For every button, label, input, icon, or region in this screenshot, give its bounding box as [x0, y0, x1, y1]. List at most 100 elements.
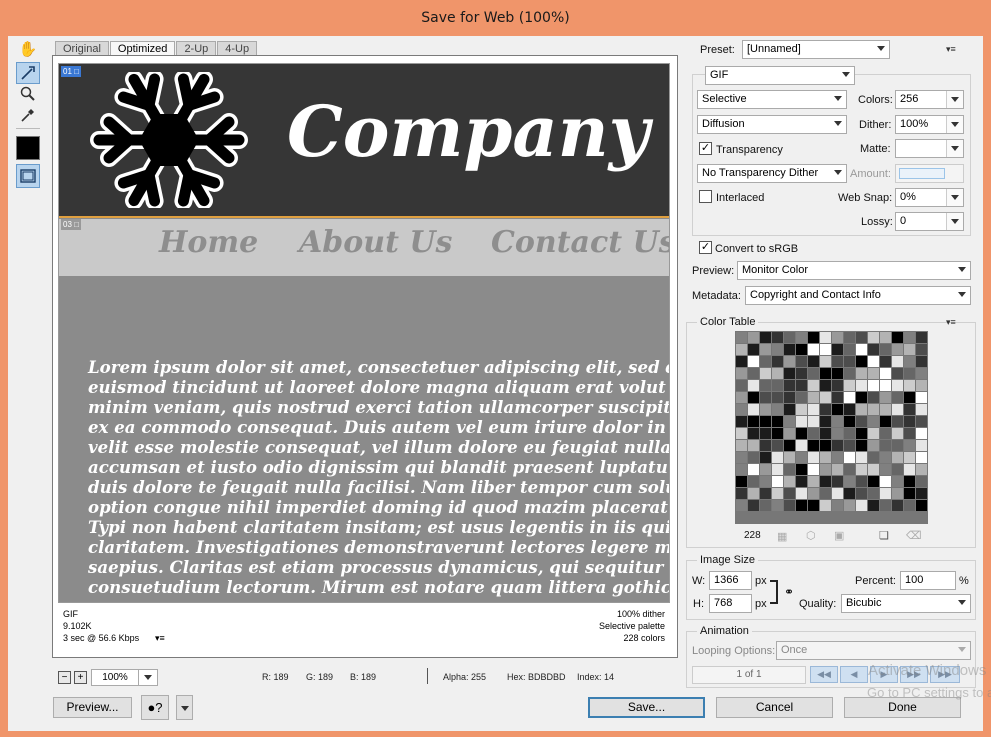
color-swatch[interactable] — [868, 344, 879, 355]
color-swatch[interactable] — [844, 380, 855, 391]
color-swatch[interactable] — [772, 392, 783, 403]
color-swatch[interactable] — [736, 344, 747, 355]
color-swatch[interactable] — [868, 380, 879, 391]
color-swatch[interactable] — [784, 380, 795, 391]
color-swatch[interactable] — [844, 332, 855, 343]
color-swatch[interactable] — [784, 416, 795, 427]
zoom-dropdown[interactable] — [138, 669, 158, 686]
color-swatch[interactable] — [736, 368, 747, 379]
color-swatch[interactable] — [880, 500, 891, 511]
color-swatch[interactable] — [820, 440, 831, 451]
color-swatch[interactable] — [832, 452, 843, 463]
color-swatch[interactable] — [892, 440, 903, 451]
color-swatch[interactable] — [868, 440, 879, 451]
color-swatch[interactable] — [916, 476, 927, 487]
color-swatch[interactable] — [736, 380, 747, 391]
preview-color-select[interactable]: Monitor Color — [737, 261, 971, 280]
color-swatch[interactable] — [748, 500, 759, 511]
color-swatch[interactable] — [820, 476, 831, 487]
eyedropper-color-swatch[interactable] — [16, 136, 40, 160]
color-swatch[interactable] — [760, 428, 771, 439]
color-swatch[interactable] — [892, 404, 903, 415]
slice-badge-03[interactable]: 03 □ — [61, 219, 81, 230]
color-swatch[interactable] — [856, 380, 867, 391]
optimize-menu-icon[interactable]: ▾≡ — [946, 44, 956, 55]
color-swatch[interactable] — [772, 344, 783, 355]
color-swatch[interactable] — [760, 500, 771, 511]
color-swatch[interactable] — [904, 368, 915, 379]
color-swatch[interactable] — [784, 392, 795, 403]
color-swatch[interactable] — [892, 428, 903, 439]
color-swatch[interactable] — [820, 416, 831, 427]
color-swatch[interactable] — [796, 392, 807, 403]
color-swatch[interactable] — [892, 332, 903, 343]
color-swatch[interactable] — [736, 488, 747, 499]
color-swatch[interactable] — [736, 452, 747, 463]
color-swatch[interactable] — [868, 368, 879, 379]
color-swatch[interactable] — [892, 380, 903, 391]
color-swatch[interactable] — [904, 452, 915, 463]
color-swatch[interactable] — [796, 488, 807, 499]
color-swatch[interactable] — [808, 344, 819, 355]
color-swatch[interactable] — [748, 332, 759, 343]
color-swatch[interactable] — [796, 344, 807, 355]
color-swatch[interactable] — [820, 344, 831, 355]
color-swatch[interactable] — [916, 356, 927, 367]
color-swatch[interactable] — [772, 356, 783, 367]
color-swatch[interactable] — [760, 416, 771, 427]
color-swatch[interactable] — [880, 404, 891, 415]
color-swatch[interactable] — [784, 344, 795, 355]
color-swatch[interactable] — [796, 452, 807, 463]
lock-color-icon[interactable]: ▣ — [834, 529, 844, 542]
zoom-out-button[interactable]: − — [58, 671, 71, 684]
color-swatch[interactable] — [808, 332, 819, 343]
color-swatch[interactable] — [868, 488, 879, 499]
color-swatch[interactable] — [808, 440, 819, 451]
color-swatch[interactable] — [892, 356, 903, 367]
color-swatch[interactable] — [856, 344, 867, 355]
color-swatch[interactable] — [760, 344, 771, 355]
dither-field[interactable]: 100% — [895, 115, 964, 134]
color-swatch[interactable] — [916, 488, 927, 499]
color-swatch[interactable] — [904, 488, 915, 499]
color-reduction-select[interactable]: Selective — [697, 90, 847, 109]
color-swatch[interactable] — [844, 500, 855, 511]
file-format-select[interactable]: GIF — [705, 66, 855, 85]
color-swatch[interactable] — [904, 500, 915, 511]
color-swatch[interactable] — [856, 368, 867, 379]
color-swatch[interactable] — [772, 488, 783, 499]
color-swatch[interactable] — [844, 392, 855, 403]
color-swatch[interactable] — [868, 332, 879, 343]
color-swatch[interactable] — [820, 332, 831, 343]
color-swatch[interactable] — [904, 356, 915, 367]
first-frame-button[interactable]: ◀◀ — [810, 666, 838, 683]
preset-select[interactable]: [Unnamed] — [742, 40, 890, 59]
color-swatch[interactable] — [832, 440, 843, 451]
color-swatch[interactable] — [820, 380, 831, 391]
web-snap-field[interactable]: 0% — [895, 188, 964, 207]
color-swatch[interactable] — [772, 500, 783, 511]
tab-optimized[interactable]: Optimized — [109, 41, 176, 56]
color-swatch[interactable] — [796, 500, 807, 511]
color-swatch[interactable] — [856, 404, 867, 415]
color-swatch[interactable] — [760, 440, 771, 451]
color-swatch[interactable] — [880, 428, 891, 439]
color-swatch[interactable] — [868, 476, 879, 487]
color-swatch[interactable] — [796, 332, 807, 343]
color-swatch[interactable] — [748, 440, 759, 451]
color-swatch[interactable] — [736, 440, 747, 451]
color-swatch[interactable] — [916, 344, 927, 355]
previous-frame-button[interactable]: ◀ — [840, 666, 868, 683]
color-swatch[interactable] — [820, 392, 831, 403]
color-swatch[interactable] — [916, 380, 927, 391]
color-swatch[interactable] — [784, 368, 795, 379]
color-swatch[interactable] — [856, 332, 867, 343]
color-swatch[interactable] — [784, 404, 795, 415]
color-swatch[interactable] — [748, 380, 759, 391]
color-swatch[interactable] — [904, 464, 915, 475]
color-swatch[interactable] — [892, 476, 903, 487]
color-swatch[interactable] — [892, 392, 903, 403]
colors-field[interactable]: 256 — [895, 90, 964, 109]
color-swatch[interactable] — [748, 404, 759, 415]
looping-options-select[interactable]: Once — [776, 641, 971, 660]
